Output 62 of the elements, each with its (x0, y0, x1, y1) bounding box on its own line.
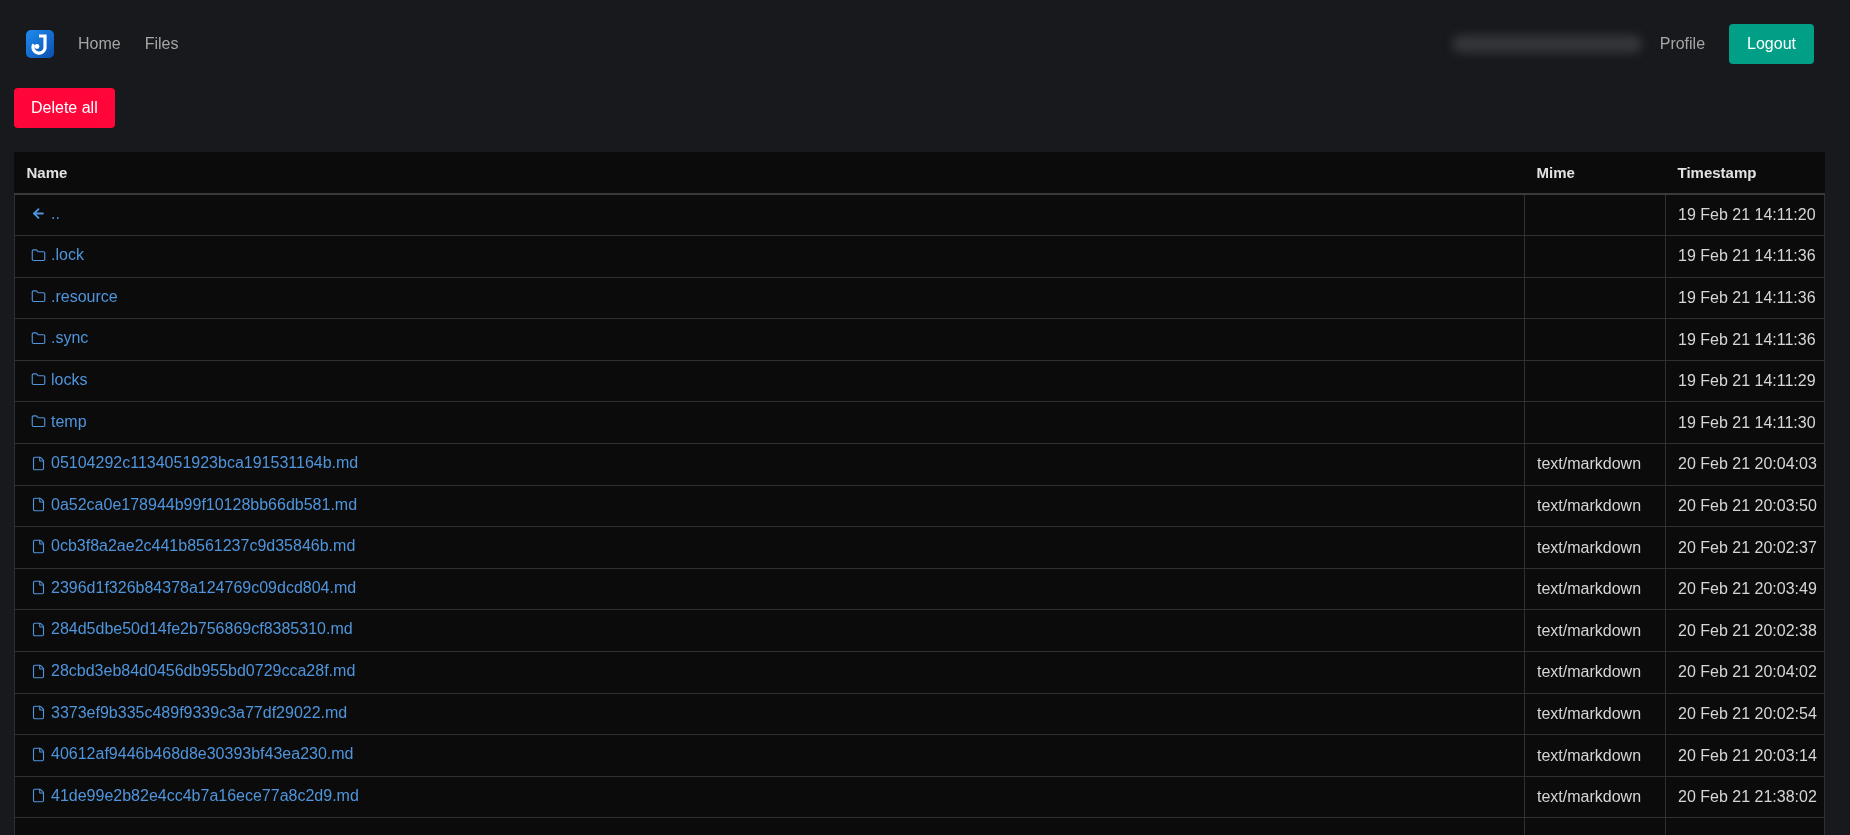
file-icon (31, 538, 46, 554)
file-icon (31, 746, 46, 762)
table-cell: 20 Feb 21 20:04:03 (1665, 443, 1825, 486)
table-cell: 19 Feb 21 14:11:36 (1665, 318, 1825, 361)
table-cell: 20 Feb 21 20:02:38 (1665, 609, 1825, 652)
file-link[interactable]: 41de99e2b82e4cc4b7a16ece77a8c2d9.md (27, 786, 359, 805)
nav-link[interactable]: Files (144, 35, 179, 53)
table-cell: 19 Feb 21 14:11:36 (1665, 277, 1825, 319)
file-icon (31, 788, 46, 804)
table-cell: text/markdown (1524, 443, 1666, 486)
table-cell: 20 Feb 21 20:03:49 (1665, 568, 1825, 610)
nav-link[interactable]: Home (78, 35, 121, 53)
table-cell: 20 Feb 21 21:38:02 (1665, 776, 1825, 818)
folder-link[interactable]: .lock (27, 246, 84, 265)
folder-icon (31, 372, 46, 388)
file-link[interactable]: 2396d1f326b84378a124769c09dcd804.md (27, 578, 357, 597)
table-cell: text/markdown (1524, 776, 1666, 818)
file-link[interactable]: 284d5dbe50d14fe2b756869cf8385310.md (27, 620, 353, 639)
table-cell: 20 Feb 21 20:03:14 (1665, 734, 1825, 777)
table-cell: 19 Feb 21 14:11:30 (1665, 401, 1825, 444)
column-header[interactable]: Name (14, 152, 1525, 194)
table-cell: 19 Feb 21 14:11:20 (1665, 194, 1825, 236)
delete-all-button[interactable]: Delete all (14, 88, 115, 128)
file-link[interactable]: 28cbd3eb84d0456db955bd0729cca28f.md (27, 662, 356, 681)
folder-icon (31, 289, 46, 305)
table-cell: text/markdown (1524, 485, 1666, 527)
file-icon (31, 622, 46, 637)
table-cell: text/markdown (1524, 568, 1666, 610)
file-link[interactable]: 05104292c1134051923bca191531164b.md (27, 454, 359, 473)
table-cell: text/markdown (1524, 734, 1666, 777)
folder-link[interactable]: .sync (27, 329, 89, 348)
file-icon (31, 580, 46, 596)
column-header[interactable]: Mime (1524, 152, 1666, 194)
column-header[interactable]: Timestamp (1665, 152, 1825, 194)
parent-folder-link[interactable]: .. (27, 204, 60, 223)
file-icon (31, 663, 46, 679)
table-cell: 20 Feb 21 20:04:02 (1665, 651, 1825, 694)
table-cell: text/markdown (1524, 609, 1666, 652)
table-cell: 20 Feb 21 20:02:37 (1665, 526, 1825, 569)
profile-link[interactable]: Profile (1659, 35, 1706, 53)
table-cell: 20 Feb 21 20:02:54 (1665, 693, 1825, 735)
logout-button[interactable]: Logout (1729, 24, 1814, 64)
table-cell: 19 Feb 21 14:11:36 (1665, 235, 1825, 278)
file-link[interactable]: 3373ef9b335c489f9339c3a77df29022.md (27, 703, 348, 722)
file-link[interactable]: 40612af9446b468d8e30393bf43ea230.md (27, 745, 354, 764)
folder-icon (31, 414, 46, 429)
folder-link[interactable]: .resource (27, 287, 118, 306)
file-icon (31, 705, 46, 721)
file-link[interactable]: 0a52ca0e178944b99f10128bb66db581.md (27, 495, 358, 514)
file-icon (31, 497, 46, 513)
table-cell: 20 Feb 21 20:03:50 (1665, 485, 1825, 527)
folder-icon (31, 330, 46, 346)
folder-link[interactable]: locks (27, 370, 88, 389)
file-icon (31, 455, 46, 471)
file-link[interactable]: 0cb3f8a2ae2c441b8561237c9d35846b.md (27, 537, 356, 556)
folder-link[interactable]: temp (27, 412, 87, 431)
table-cell: text/markdown (1524, 526, 1666, 569)
table-cell: 19 Feb 21 14:11:29 (1665, 360, 1825, 402)
folder-icon (31, 247, 46, 263)
logo-icon[interactable] (26, 30, 54, 58)
table-cell: text/markdown (1524, 693, 1666, 735)
table-cell: text/markdown (1524, 651, 1666, 694)
